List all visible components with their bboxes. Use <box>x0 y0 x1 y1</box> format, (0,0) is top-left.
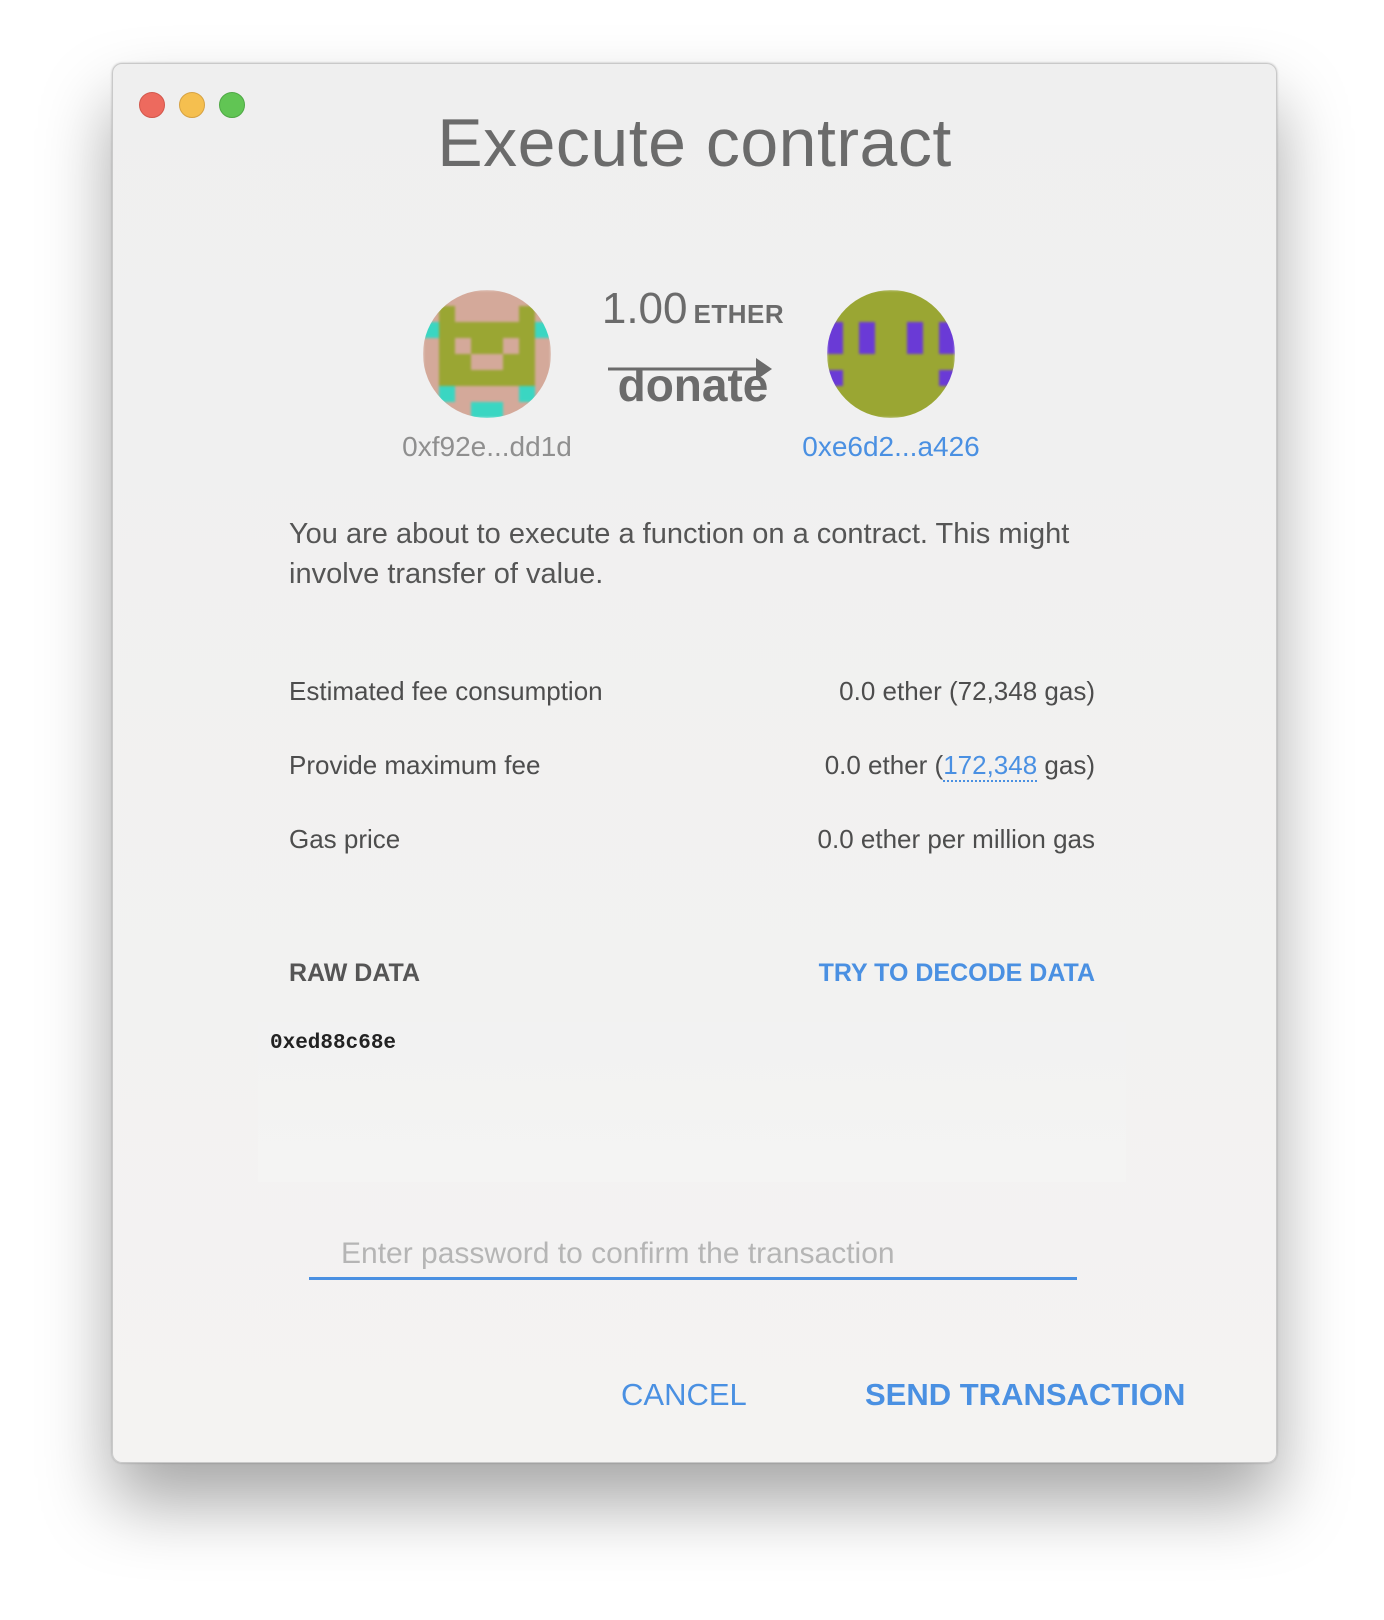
transfer-amount: 1.00 ETHER <box>573 284 813 334</box>
raw-data-box[interactable]: 0xed88c68e <box>258 1022 1126 1182</box>
from-account-identicon <box>423 290 551 418</box>
to-address-link[interactable]: 0xe6d2...a426 <box>761 431 1021 463</box>
from-address: 0xf92e...dd1d <box>402 431 572 462</box>
contract-method-name: donate <box>617 359 769 411</box>
gas-price-value: 0.0 ether per million gas <box>817 824 1095 854</box>
send-transaction-button[interactable]: SEND TRANSACTION <box>865 1377 1185 1413</box>
estimated-fee-value: 0.0 ether (72,348 gas) <box>839 676 1095 706</box>
amount-unit: ETHER <box>693 299 785 329</box>
description-text: You are about to execute a function on a… <box>289 518 1070 590</box>
execute-contract-window: Execute contract 0xf92e...dd1d 1.00 ETHER… <box>112 63 1277 1463</box>
max-fee-label: Provide maximum fee <box>289 750 541 780</box>
amount-value: 1.00 <box>601 284 688 333</box>
raw-data-label: RAW DATA <box>289 959 420 987</box>
decode-data-link[interactable]: TRY TO DECODE DATA <box>819 959 1095 988</box>
max-fee-suffix: gas) <box>1037 750 1095 780</box>
max-fee-prefix: 0.0 ether ( <box>824 750 944 780</box>
estimated-fee-label: Estimated fee consumption <box>289 676 603 706</box>
max-gas-link[interactable]: 172,348 <box>943 750 1038 782</box>
page-title: Execute contract <box>437 105 952 181</box>
password-input[interactable] <box>309 1230 1077 1280</box>
gas-price-label: Gas price <box>289 824 401 854</box>
to-contract-identicon <box>827 290 955 418</box>
cancel-button[interactable]: CANCEL <box>621 1377 747 1413</box>
max-fee-value: 0.0 ether (172,348 gas) <box>824 750 1095 782</box>
